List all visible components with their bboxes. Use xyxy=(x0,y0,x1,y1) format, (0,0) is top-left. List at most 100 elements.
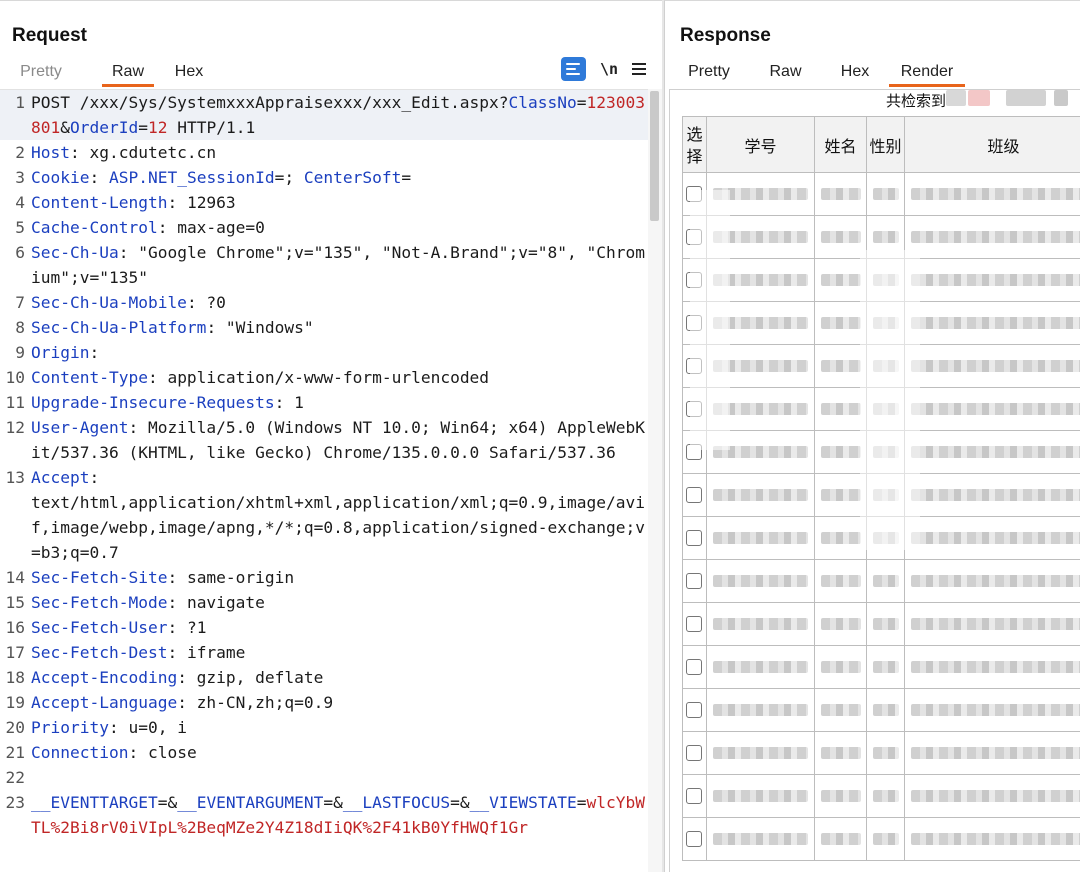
redacted-count xyxy=(946,90,966,106)
redacted-value xyxy=(872,661,899,673)
code-text: : u=0, i xyxy=(108,718,187,737)
redacted-value xyxy=(872,747,899,759)
name-cell xyxy=(814,688,867,732)
line-text: Sec-Fetch-User: ?1 xyxy=(27,615,648,640)
header-name: OrderId xyxy=(70,118,139,137)
line-text: Cache-Control: max-age=0 xyxy=(27,215,648,240)
name-cell xyxy=(814,774,867,818)
line-text: Upgrade-Insecure-Requests: 1 xyxy=(27,390,648,415)
code-line[interactable]: 6 Sec-Ch-Ua: "Google Chrome";v="135", "No… xyxy=(0,240,648,290)
gender-cell xyxy=(866,645,905,689)
code-text: : close xyxy=(128,743,197,762)
row-checkbox[interactable] xyxy=(686,616,702,632)
code-text: : max-age=0 xyxy=(157,218,265,237)
name-cell xyxy=(814,559,867,603)
code-line[interactable]: 19 Accept-Language: zh-CN,zh;q=0.9 xyxy=(0,690,648,715)
class-cell xyxy=(904,688,1080,732)
code-text: POST /xxx/Sys/SystemxxxAppraisexxx/xxx_E… xyxy=(31,93,509,112)
redacted-value xyxy=(820,704,861,716)
header-name: Sec-Ch-Ua-Mobile xyxy=(31,293,187,312)
code-line[interactable]: 9 Origin: xyxy=(0,340,648,365)
line-number: 10 xyxy=(5,368,26,387)
row-checkbox[interactable] xyxy=(686,530,702,546)
header-name: Accept xyxy=(31,468,90,487)
code-line[interactable]: 15 Sec-Fetch-Mode: navigate xyxy=(0,590,648,615)
redacted-value xyxy=(820,661,861,673)
row-checkbox[interactable] xyxy=(686,573,702,589)
code-line[interactable]: 20 Priority: u=0, i xyxy=(0,715,648,740)
code-line[interactable]: 21 Connection: close xyxy=(0,740,648,765)
code-line[interactable]: 3 Cookie: ASP.NET_SessionId=; CenterSoft= xyxy=(0,165,648,190)
code-text: : iframe xyxy=(167,643,246,662)
show-newlines-button[interactable]: \n xyxy=(600,60,618,78)
response-tab-hex[interactable]: Hex xyxy=(839,59,871,87)
code-line[interactable]: 13 Accept: text/html,application/xhtml+xm… xyxy=(0,465,648,565)
line-number: 12 xyxy=(5,418,26,437)
request-tab-pretty[interactable]: Pretty xyxy=(18,59,64,87)
code-line[interactable]: 1 POST /xxx/Sys/SystemxxxAppraisexxx/xxx_… xyxy=(0,90,648,140)
word-wrap-icon[interactable] xyxy=(560,57,586,81)
redacted-value xyxy=(911,317,1080,329)
student-id-cell xyxy=(706,473,815,517)
code-line[interactable]: 14 Sec-Fetch-Site: same-origin xyxy=(0,565,648,590)
gender-cell xyxy=(866,688,905,732)
class-cell xyxy=(904,430,1080,474)
name-cell xyxy=(814,301,867,345)
redacted-value xyxy=(911,403,1080,415)
header-name: Connection xyxy=(31,743,129,762)
class-cell xyxy=(904,215,1080,259)
header-name: Sec-Fetch-Mode xyxy=(31,593,168,612)
rendered-page: 共检索到 选择 学号 姓名 性别 班级 xyxy=(669,89,1080,872)
header-name: Cookie xyxy=(31,168,90,187)
line-number: 14 xyxy=(5,568,26,587)
request-scrollbar-thumb[interactable] xyxy=(650,91,659,221)
redacted-value xyxy=(713,747,808,759)
response-tab-render[interactable]: Render xyxy=(889,59,965,87)
code-text: : ?0 xyxy=(186,293,226,312)
code-line[interactable]: 18 Accept-Encoding: gzip, deflate xyxy=(0,665,648,690)
request-tab-raw[interactable]: Raw xyxy=(102,59,154,87)
code-line[interactable]: 22 xyxy=(0,765,648,790)
row-checkbox[interactable] xyxy=(686,487,702,503)
code-line[interactable]: 2 Host: xg.cdutetc.cn xyxy=(0,140,648,165)
code-line[interactable]: 12 User-Agent: Mozilla/5.0 (Windows NT 10… xyxy=(0,415,648,465)
row-checkbox[interactable] xyxy=(686,831,702,847)
redacted-value xyxy=(911,575,1080,587)
code-line[interactable]: 17 Sec-Fetch-Dest: iframe xyxy=(0,640,648,665)
table-row xyxy=(682,172,1080,216)
table-row xyxy=(682,731,1080,775)
redacted-value xyxy=(911,618,1080,630)
code-line[interactable]: 10 Content-Type: application/x-www-form-u… xyxy=(0,365,648,390)
line-text: Sec-Ch-Ua: "Google Chrome";v="135", "Not… xyxy=(27,240,648,290)
code-line[interactable]: 7 Sec-Ch-Ua-Mobile: ?0 xyxy=(0,290,648,315)
code-text: = xyxy=(138,118,148,137)
header-name: Content-Length xyxy=(31,193,168,212)
code-line[interactable]: 4 Content-Length: 12963 xyxy=(0,190,648,215)
result-count-label: 共检索到 xyxy=(886,92,947,110)
request-editor[interactable]: 1 POST /xxx/Sys/SystemxxxAppraisexxx/xxx_… xyxy=(0,89,648,872)
column-header-class: 班级 xyxy=(904,116,1080,173)
line-number: 1 xyxy=(15,93,25,112)
line-number: 13 xyxy=(5,468,26,487)
line-number: 11 xyxy=(5,393,26,412)
code-line[interactable]: 5 Cache-Control: max-age=0 xyxy=(0,215,648,240)
row-checkbox[interactable] xyxy=(686,702,702,718)
hamburger-menu-icon[interactable] xyxy=(632,63,646,75)
code-line[interactable]: 23 __EVENTTARGET=&__EVENTARGUMENT=&__LAST… xyxy=(0,790,648,840)
code-line[interactable]: 8 Sec-Ch-Ua-Platform: "Windows" xyxy=(0,315,648,340)
header-name: ASP.NET_SessionId xyxy=(108,168,275,187)
gender-cell xyxy=(866,774,905,818)
line-text: User-Agent: Mozilla/5.0 (Windows NT 10.0… xyxy=(27,415,648,465)
row-checkbox[interactable] xyxy=(686,788,702,804)
redacted-value xyxy=(911,188,1080,200)
code-line[interactable]: 16 Sec-Fetch-User: ?1 xyxy=(0,615,648,640)
redacted-value xyxy=(713,790,808,802)
name-cell xyxy=(814,645,867,689)
request-tab-hex[interactable]: Hex xyxy=(173,59,205,87)
row-checkbox[interactable] xyxy=(686,659,702,675)
code-line[interactable]: 11 Upgrade-Insecure-Requests: 1 xyxy=(0,390,648,415)
redacted-value xyxy=(820,446,861,458)
row-checkbox[interactable] xyxy=(686,745,702,761)
response-tab-pretty[interactable]: Pretty xyxy=(686,59,732,87)
response-tab-raw[interactable]: Raw xyxy=(769,59,802,87)
